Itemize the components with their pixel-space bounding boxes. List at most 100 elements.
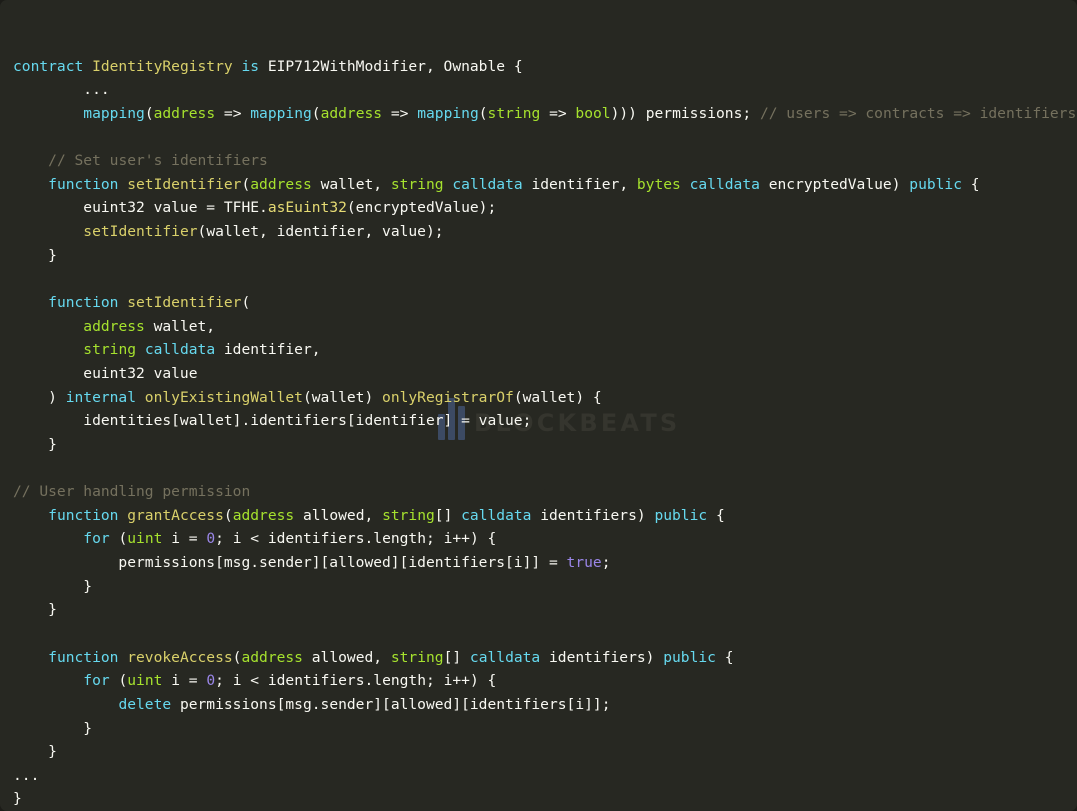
code-line: string calldata identifier, bbox=[0, 338, 1077, 362]
code-token-typ: string bbox=[390, 175, 453, 193]
code-token-pln: identities[wallet].identifiers[identifie… bbox=[13, 412, 532, 430]
code-token-pln bbox=[13, 696, 118, 713]
code-line: identities[wallet].identifiers[identifie… bbox=[0, 409, 1077, 433]
code-line: } bbox=[0, 598, 1077, 622]
code-token-pln: ( bbox=[478, 104, 488, 122]
code-token-pln: => bbox=[390, 104, 418, 122]
code-token-kw: for bbox=[83, 672, 119, 690]
code-token-pln: (wallet) { bbox=[513, 388, 602, 406]
code-token-typ: address bbox=[232, 506, 303, 524]
code-line: address wallet, bbox=[0, 315, 1077, 339]
code-token-mem: asEuint32 bbox=[267, 199, 347, 217]
code-token-pln bbox=[13, 649, 48, 666]
code-token-kw: function bbox=[48, 648, 128, 666]
code-token-kw: for bbox=[83, 530, 119, 548]
code-token-pln: ( bbox=[241, 294, 251, 311]
code-token-pln: ) bbox=[13, 388, 66, 406]
code-token-fn: setIdentifier bbox=[83, 223, 198, 241]
code-token-pln: identifier, bbox=[223, 341, 321, 359]
code-token-pln: ( bbox=[144, 104, 154, 122]
code-token-pln bbox=[13, 672, 83, 689]
code-token-pln: } bbox=[13, 719, 93, 737]
code-screenshot-surface: BLOCKBEATS contract IdentityRegistry is … bbox=[0, 0, 1077, 811]
code-line: } bbox=[0, 740, 1077, 764]
code-token-pln: i = bbox=[171, 672, 207, 690]
code-token-pln: } bbox=[13, 743, 57, 761]
code-token-pln: ))) permissions; bbox=[610, 104, 760, 122]
code-token-fn: IdentityRegistry bbox=[92, 57, 242, 75]
code-token-kw: calldata bbox=[452, 175, 532, 193]
code-listing: contract IdentityRegistry is EIP712WithM… bbox=[0, 15, 1077, 811]
code-token-fn: revokeAccess bbox=[127, 648, 233, 666]
code-line: function setIdentifier( bbox=[0, 291, 1077, 315]
code-token-kw: is bbox=[241, 57, 268, 75]
code-token-typ: uint bbox=[127, 672, 172, 690]
code-token-fn: onlyExistingWallet bbox=[144, 388, 303, 406]
code-token-pln: ; bbox=[601, 554, 611, 572]
code-token-fn: onlyRegistrarOf bbox=[382, 388, 514, 406]
code-token-kw: function bbox=[48, 506, 128, 524]
code-token-pln: [] bbox=[443, 648, 470, 666]
code-token-pln bbox=[13, 176, 48, 193]
code-token-pln bbox=[13, 152, 48, 169]
code-token-pln: identifiers) bbox=[549, 648, 664, 666]
code-line: } bbox=[0, 575, 1077, 599]
code-line: function setIdentifier(address wallet, s… bbox=[0, 173, 1077, 197]
code-token-pln: { bbox=[724, 648, 734, 666]
code-line: euint32 value bbox=[0, 362, 1077, 386]
code-token-fn: setIdentifier bbox=[127, 294, 242, 311]
code-token-pln bbox=[13, 530, 83, 547]
code-line: for (uint i = 0; i < identifiers.length;… bbox=[0, 669, 1077, 693]
code-token-pln: EIP712WithModifier, Ownable { bbox=[267, 57, 523, 75]
code-token-pln: permissions[msg.sender][allowed][identif… bbox=[13, 554, 567, 572]
code-token-pln: ( bbox=[118, 530, 128, 548]
code-token-pln: euint32 value bbox=[13, 364, 198, 382]
code-token-typ: address bbox=[320, 104, 391, 122]
code-token-pln bbox=[13, 341, 83, 358]
code-line: ) internal onlyExistingWallet(wallet) on… bbox=[0, 386, 1077, 410]
code-token-kw: calldata bbox=[469, 648, 549, 666]
code-token-kw: contract bbox=[13, 57, 93, 75]
code-token-cmt: // User handling permission bbox=[13, 483, 251, 501]
code-line: setIdentifier(wallet, identifier, value)… bbox=[0, 220, 1077, 244]
code-token-pln: identifiers) bbox=[540, 506, 655, 524]
code-token-pln: identifier, bbox=[531, 175, 637, 193]
code-token-pln: ( bbox=[118, 672, 128, 690]
code-token-num: 0 bbox=[206, 672, 216, 690]
code-token-pln: wallet, bbox=[320, 175, 391, 193]
code-token-pln: encryptedValue) bbox=[768, 175, 910, 193]
code-token-pln: allowed, bbox=[302, 506, 383, 524]
code-token-pln: allowed, bbox=[311, 648, 391, 666]
code-token-pln: ; i < identifiers.length; i++) { bbox=[215, 530, 497, 548]
code-token-cmt: // Set user's identifiers bbox=[48, 152, 268, 170]
code-token-kw: calldata bbox=[144, 341, 224, 359]
code-token-pln: => bbox=[223, 104, 251, 122]
code-token-kw: mapping bbox=[250, 104, 312, 122]
code-line: euint32 value = TFHE.asEuint32(encrypted… bbox=[0, 196, 1077, 220]
code-token-typ: bool bbox=[575, 104, 611, 122]
code-line: mapping(address => mapping(address => ma… bbox=[0, 102, 1077, 126]
code-line: } bbox=[0, 244, 1077, 268]
code-token-pln: wallet, bbox=[153, 317, 216, 335]
code-token-pln: } bbox=[13, 601, 57, 619]
code-token-typ: string bbox=[382, 506, 435, 524]
code-token-typ: string bbox=[487, 104, 550, 122]
code-token-kw: calldata bbox=[461, 506, 541, 524]
code-token-pln: (wallet, identifier, value); bbox=[197, 223, 444, 241]
code-token-pln bbox=[13, 105, 83, 122]
code-token-pln: [] bbox=[434, 506, 462, 524]
code-token-pln: => bbox=[549, 104, 576, 122]
code-token-pln: } bbox=[13, 577, 93, 595]
code-token-pln: (wallet) bbox=[302, 388, 383, 406]
code-token-pln: ; i < identifiers.length; i++) { bbox=[215, 672, 497, 690]
code-token-pln: ... bbox=[13, 766, 40, 784]
code-token-typ: address bbox=[83, 317, 154, 335]
code-line: // Set user's identifiers bbox=[0, 149, 1077, 173]
code-token-pln: ... bbox=[13, 81, 110, 99]
code-token-fn: grantAccess bbox=[127, 506, 224, 524]
code-token-kw: delete bbox=[118, 695, 180, 713]
code-token-pln: } bbox=[13, 790, 22, 808]
code-token-kw: internal bbox=[65, 388, 145, 406]
code-line: } bbox=[0, 717, 1077, 741]
code-line: } bbox=[0, 787, 1077, 811]
